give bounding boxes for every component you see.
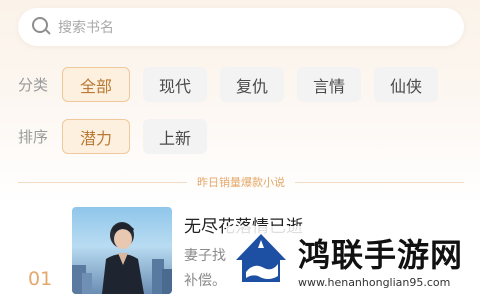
section-title: 昨日销量爆款小说 (197, 176, 285, 189)
book-rank: 01 (28, 268, 53, 290)
category-chip-all[interactable]: 全部 (62, 67, 130, 102)
book-cover-illustration (72, 222, 172, 294)
section-header: 昨日销量爆款小说 (18, 174, 464, 190)
category-chip-xianxia[interactable]: 仙侠 (374, 67, 438, 102)
sort-filter-row: 排序 潜力 上新 (18, 119, 220, 154)
sort-label: 排序 (18, 128, 49, 146)
watermark-name: 鸿联手游网 (298, 236, 464, 274)
category-chip-revenge[interactable]: 复仇 (220, 67, 284, 102)
sort-chip-new[interactable]: 上新 (143, 119, 207, 154)
category-chip-romance[interactable]: 言情 (297, 67, 361, 102)
watermark: 鸿联手游网 www.henanhonglian95.com (226, 226, 480, 294)
watermark-url: www.henanhonglian95.com (298, 276, 451, 289)
category-label: 分类 (18, 76, 49, 94)
section-divider-left (18, 181, 187, 183)
watermark-logo-icon (236, 234, 286, 282)
search-icon (32, 17, 52, 37)
category-chip-modern[interactable]: 现代 (143, 67, 207, 102)
search-bar[interactable]: 搜索书名 (18, 8, 464, 46)
sort-chip-potential[interactable]: 潜力 (62, 119, 130, 154)
section-divider-right (295, 181, 464, 183)
category-filter-row: 分类 全部 现代 复仇 言情 仙侠 (18, 67, 451, 102)
book-cover[interactable] (72, 207, 172, 294)
search-placeholder: 搜索书名 (58, 20, 114, 36)
